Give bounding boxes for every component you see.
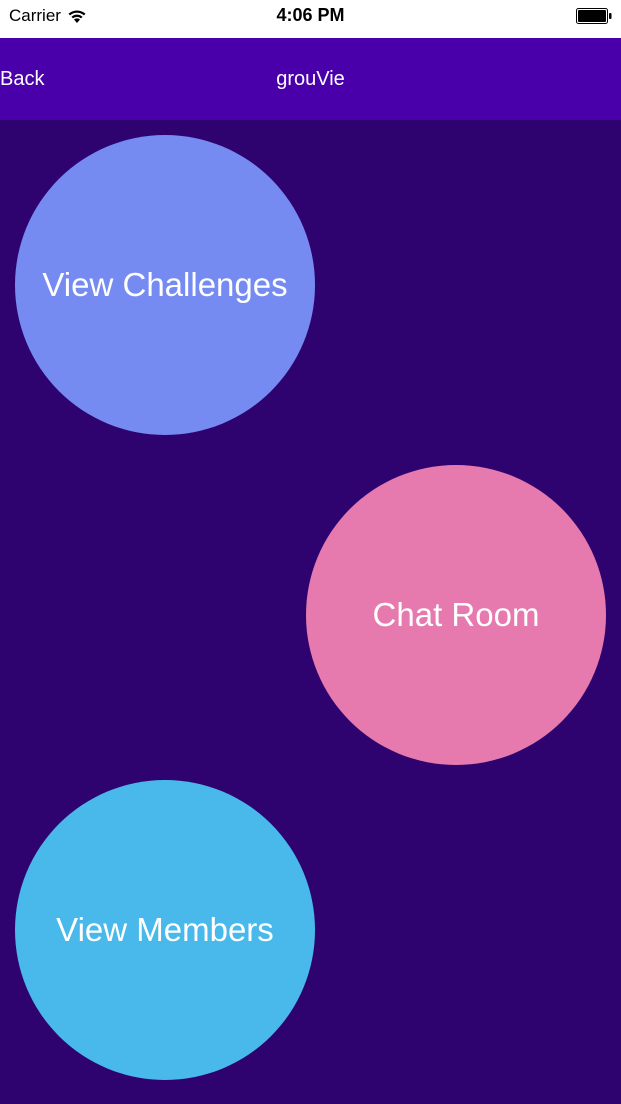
nav-title: grouVie (276, 68, 345, 90)
view-members-button[interactable]: View Members (15, 780, 315, 1080)
view-challenges-button[interactable]: View Challenges (15, 135, 315, 435)
chat-room-label: Chat Room (372, 596, 540, 633)
view-challenges-label: View Challenges (42, 266, 288, 303)
chat-room-button[interactable]: Chat Room (306, 465, 606, 765)
status-time: 4:06 PM (276, 5, 345, 25)
view-members-label: View Members (56, 911, 274, 948)
status-bar: Carrier 4:06 PM (0, 0, 621, 38)
battery-full-icon (576, 8, 612, 24)
navigation-bar: Back grouVie (0, 38, 621, 120)
